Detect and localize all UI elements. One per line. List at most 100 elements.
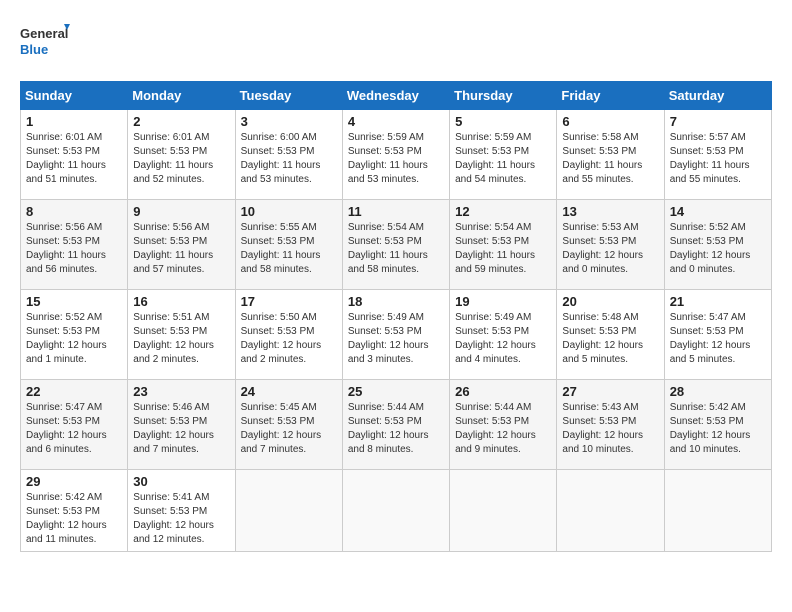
day-info: Sunrise: 5:59 AM Sunset: 5:53 PM Dayligh… xyxy=(455,131,551,187)
day-number: 6 xyxy=(562,114,658,129)
day-number: 29 xyxy=(26,474,122,489)
day-info: Sunrise: 5:44 AM Sunset: 5:53 PM Dayligh… xyxy=(348,401,444,457)
day-number: 20 xyxy=(562,294,658,309)
day-number: 10 xyxy=(241,204,337,219)
day-info: Sunrise: 5:44 AM Sunset: 5:53 PM Dayligh… xyxy=(455,401,551,457)
day-info: Sunrise: 5:58 AM Sunset: 5:53 PM Dayligh… xyxy=(562,131,658,187)
calendar-cell: 28 Sunrise: 5:42 AM Sunset: 5:53 PM Dayli… xyxy=(664,380,771,470)
day-info: Sunrise: 6:00 AM Sunset: 5:53 PM Dayligh… xyxy=(241,131,337,187)
calendar-cell: 17Sunrise: 5:50 AM Sunset: 5:53 PM Dayli… xyxy=(235,290,342,380)
calendar-cell: 10 Sunrise: 5:55 AM Sunset: 5:53 PM Dayli… xyxy=(235,200,342,290)
calendar-cell xyxy=(664,470,771,552)
weekday-header-saturday: Saturday xyxy=(664,82,771,110)
calendar-cell: 6 Sunrise: 5:58 AM Sunset: 5:53 PM Daylig… xyxy=(557,110,664,200)
day-info: Sunrise: 5:54 AM Sunset: 5:53 PM Dayligh… xyxy=(455,221,551,277)
day-info: Sunrise: 5:51 AM Sunset: 5:53 PM Dayligh… xyxy=(133,311,229,367)
day-number: 12 xyxy=(455,204,551,219)
calendar-cell: 2Sunrise: 6:01 AM Sunset: 5:53 PM Daylig… xyxy=(128,110,235,200)
page-header: General Blue xyxy=(20,20,772,65)
calendar-cell: 18 Sunrise: 5:49 AM Sunset: 5:53 PM Dayli… xyxy=(342,290,449,380)
day-info: Sunrise: 5:48 AM Sunset: 5:53 PM Dayligh… xyxy=(562,311,658,367)
calendar-week-1: 1 Sunrise: 6:01 AM Sunset: 5:53 PM Daylig… xyxy=(21,110,772,200)
day-number: 5 xyxy=(455,114,551,129)
day-number: 16 xyxy=(133,294,229,309)
day-info: Sunrise: 6:01 AM Sunset: 5:53 PM Dayligh… xyxy=(133,131,229,187)
weekday-header-thursday: Thursday xyxy=(450,82,557,110)
day-info: Sunrise: 5:53 AM Sunset: 5:53 PM Dayligh… xyxy=(562,221,658,277)
day-number: 22 xyxy=(26,384,122,399)
day-info: Sunrise: 5:54 AM Sunset: 5:53 PM Dayligh… xyxy=(348,221,444,277)
day-number: 17 xyxy=(241,294,337,309)
day-number: 25 xyxy=(348,384,444,399)
weekday-header-monday: Monday xyxy=(128,82,235,110)
day-number: 1 xyxy=(26,114,122,129)
weekday-header-friday: Friday xyxy=(557,82,664,110)
calendar-table: SundayMondayTuesdayWednesdayThursdayFrid… xyxy=(20,81,772,552)
calendar-week-5: 29Sunrise: 5:42 AM Sunset: 5:53 PM Dayli… xyxy=(21,470,772,552)
calendar-cell: 8 Sunrise: 5:56 AM Sunset: 5:53 PM Daylig… xyxy=(21,200,128,290)
day-info: Sunrise: 5:52 AM Sunset: 5:53 PM Dayligh… xyxy=(26,311,122,367)
logo-svg: General Blue xyxy=(20,20,70,65)
calendar-cell: 26 Sunrise: 5:44 AM Sunset: 5:53 PM Dayli… xyxy=(450,380,557,470)
calendar-cell: 25 Sunrise: 5:44 AM Sunset: 5:53 PM Dayli… xyxy=(342,380,449,470)
calendar-cell: 9 Sunrise: 5:56 AM Sunset: 5:53 PM Daylig… xyxy=(128,200,235,290)
day-info: Sunrise: 5:52 AM Sunset: 5:53 PM Dayligh… xyxy=(670,221,766,277)
calendar-cell: 16 Sunrise: 5:51 AM Sunset: 5:53 PM Dayli… xyxy=(128,290,235,380)
calendar-cell: 14 Sunrise: 5:52 AM Sunset: 5:53 PM Dayli… xyxy=(664,200,771,290)
logo: General Blue xyxy=(20,20,70,65)
day-number: 28 xyxy=(670,384,766,399)
calendar-cell: 27Sunrise: 5:43 AM Sunset: 5:53 PM Dayli… xyxy=(557,380,664,470)
day-info: Sunrise: 5:57 AM Sunset: 5:53 PM Dayligh… xyxy=(670,131,766,187)
weekday-header-row: SundayMondayTuesdayWednesdayThursdayFrid… xyxy=(21,82,772,110)
day-info: Sunrise: 5:56 AM Sunset: 5:53 PM Dayligh… xyxy=(133,221,229,277)
day-info: Sunrise: 6:01 AM Sunset: 5:53 PM Dayligh… xyxy=(26,131,122,187)
calendar-cell: 30 Sunrise: 5:41 AM Sunset: 5:53 PM Dayli… xyxy=(128,470,235,552)
calendar-cell: 13Sunrise: 5:53 AM Sunset: 5:53 PM Dayli… xyxy=(557,200,664,290)
weekday-header-wednesday: Wednesday xyxy=(342,82,449,110)
calendar-cell xyxy=(342,470,449,552)
day-number: 7 xyxy=(670,114,766,129)
calendar-cell xyxy=(450,470,557,552)
day-number: 9 xyxy=(133,204,229,219)
calendar-cell: 4Sunrise: 5:59 AM Sunset: 5:53 PM Daylig… xyxy=(342,110,449,200)
calendar-cell xyxy=(557,470,664,552)
calendar-cell: 1 Sunrise: 6:01 AM Sunset: 5:53 PM Daylig… xyxy=(21,110,128,200)
day-number: 15 xyxy=(26,294,122,309)
day-info: Sunrise: 5:43 AM Sunset: 5:53 PM Dayligh… xyxy=(562,401,658,457)
calendar-cell: 15 Sunrise: 5:52 AM Sunset: 5:53 PM Dayli… xyxy=(21,290,128,380)
calendar-week-4: 22 Sunrise: 5:47 AM Sunset: 5:53 PM Dayli… xyxy=(21,380,772,470)
calendar-cell: 7 Sunrise: 5:57 AM Sunset: 5:53 PM Daylig… xyxy=(664,110,771,200)
day-number: 8 xyxy=(26,204,122,219)
day-number: 24 xyxy=(241,384,337,399)
day-info: Sunrise: 5:47 AM Sunset: 5:53 PM Dayligh… xyxy=(26,401,122,457)
day-number: 21 xyxy=(670,294,766,309)
day-number: 19 xyxy=(455,294,551,309)
calendar-cell: 5 Sunrise: 5:59 AM Sunset: 5:53 PM Daylig… xyxy=(450,110,557,200)
day-number: 26 xyxy=(455,384,551,399)
calendar-week-3: 15 Sunrise: 5:52 AM Sunset: 5:53 PM Dayli… xyxy=(21,290,772,380)
svg-text:Blue: Blue xyxy=(20,42,48,57)
day-info: Sunrise: 5:49 AM Sunset: 5:53 PM Dayligh… xyxy=(455,311,551,367)
calendar-cell: 12 Sunrise: 5:54 AM Sunset: 5:53 PM Dayli… xyxy=(450,200,557,290)
calendar-cell: 11 Sunrise: 5:54 AM Sunset: 5:53 PM Dayli… xyxy=(342,200,449,290)
day-number: 3 xyxy=(241,114,337,129)
day-info: Sunrise: 5:42 AM Sunset: 5:53 PM Dayligh… xyxy=(670,401,766,457)
calendar-cell: 29Sunrise: 5:42 AM Sunset: 5:53 PM Dayli… xyxy=(21,470,128,552)
day-number: 4 xyxy=(348,114,444,129)
day-number: 14 xyxy=(670,204,766,219)
svg-text:General: General xyxy=(20,26,68,41)
weekday-header-sunday: Sunday xyxy=(21,82,128,110)
calendar-cell: 22 Sunrise: 5:47 AM Sunset: 5:53 PM Dayli… xyxy=(21,380,128,470)
day-info: Sunrise: 5:56 AM Sunset: 5:53 PM Dayligh… xyxy=(26,221,122,277)
day-number: 23 xyxy=(133,384,229,399)
day-info: Sunrise: 5:49 AM Sunset: 5:53 PM Dayligh… xyxy=(348,311,444,367)
calendar-cell: 3 Sunrise: 6:00 AM Sunset: 5:53 PM Daylig… xyxy=(235,110,342,200)
day-number: 30 xyxy=(133,474,229,489)
day-info: Sunrise: 5:45 AM Sunset: 5:53 PM Dayligh… xyxy=(241,401,337,457)
day-number: 18 xyxy=(348,294,444,309)
day-number: 11 xyxy=(348,204,444,219)
day-info: Sunrise: 5:55 AM Sunset: 5:53 PM Dayligh… xyxy=(241,221,337,277)
calendar-week-2: 8 Sunrise: 5:56 AM Sunset: 5:53 PM Daylig… xyxy=(21,200,772,290)
day-info: Sunrise: 5:41 AM Sunset: 5:53 PM Dayligh… xyxy=(133,491,229,547)
day-info: Sunrise: 5:47 AM Sunset: 5:53 PM Dayligh… xyxy=(670,311,766,367)
